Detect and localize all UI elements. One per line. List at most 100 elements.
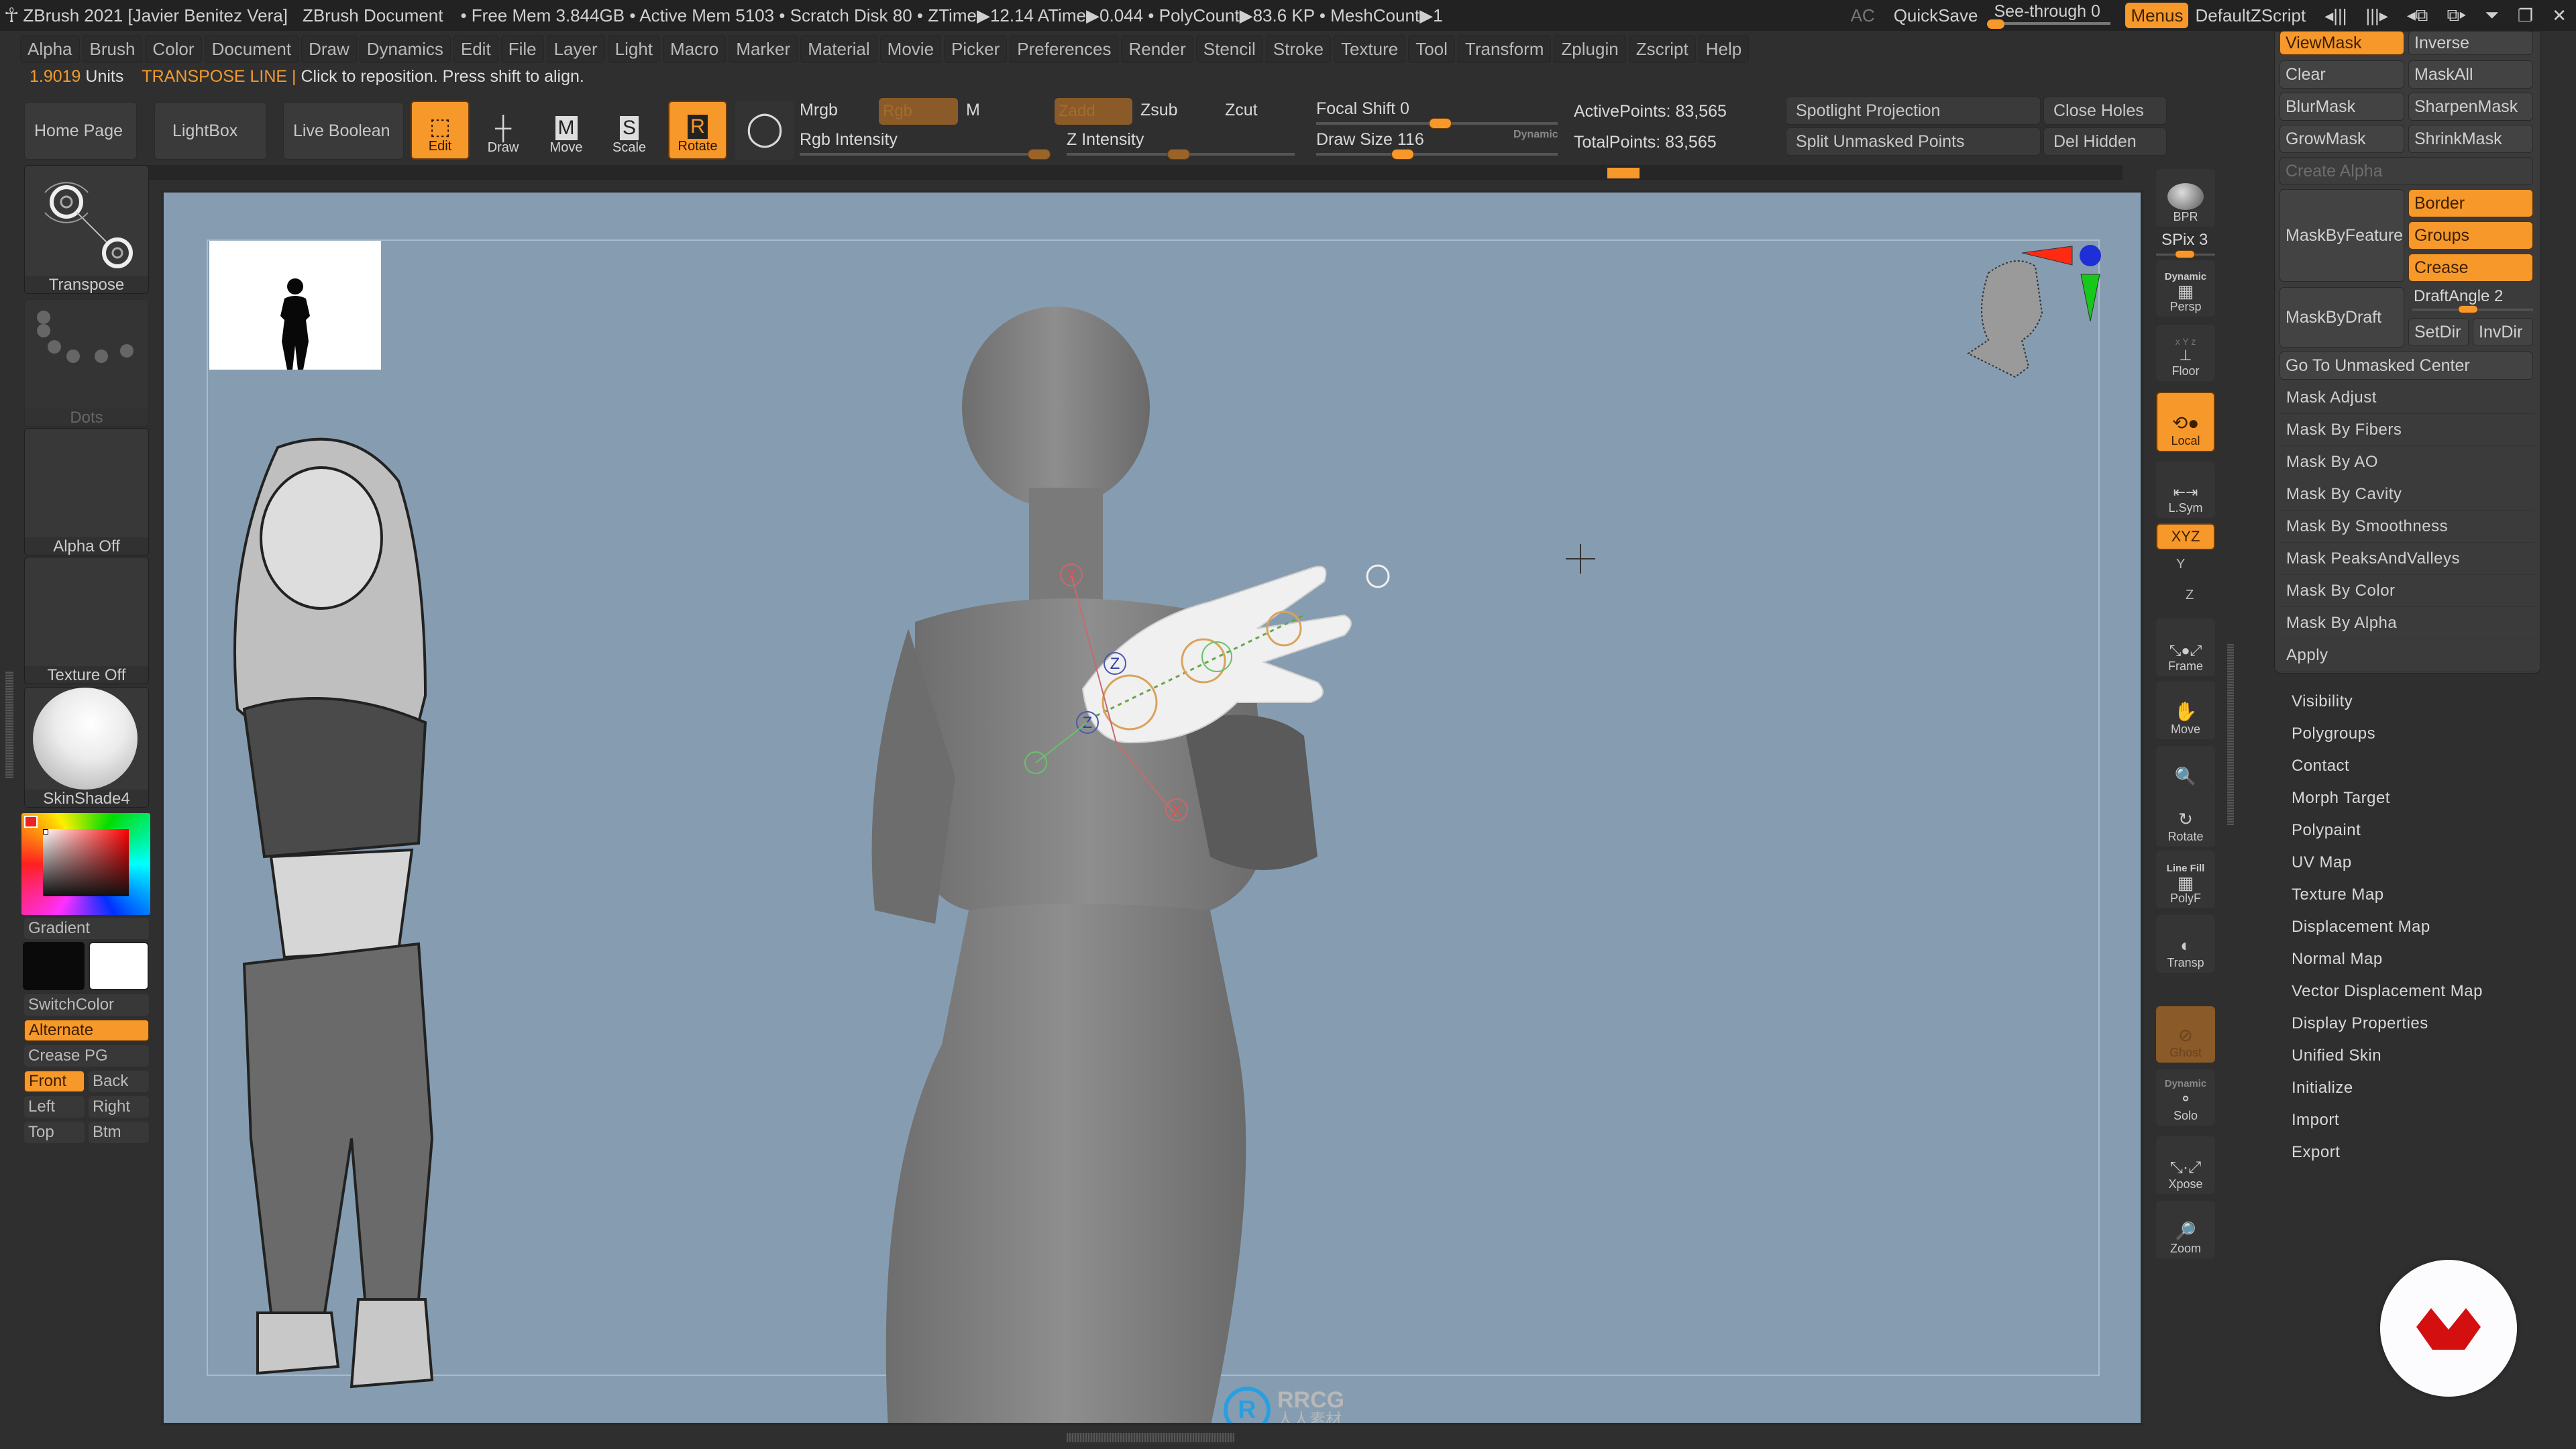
left-view-button[interactable]: Left — [24, 1096, 85, 1118]
menu-file[interactable]: File — [500, 35, 544, 63]
color-picker-cursor[interactable] — [43, 829, 48, 835]
mask-subpalette-mask-by-alpha[interactable]: Mask By Alpha — [2279, 608, 2534, 639]
mask-subpalette-mask-by-smoothness[interactable]: Mask By Smoothness — [2279, 511, 2534, 543]
back-view-button[interactable]: Back — [89, 1071, 149, 1092]
move-mode-button[interactable]: M Move — [537, 101, 596, 160]
rgb-button[interactable]: Rgb — [879, 98, 958, 125]
minimize-icon[interactable]: ⏷ — [2475, 5, 2508, 26]
menu-brush[interactable]: Brush — [82, 35, 143, 63]
menu-zplugin[interactable]: Zplugin — [1554, 35, 1626, 63]
split-unmasked-points-button[interactable]: Split Unmasked Points — [1786, 127, 2041, 156]
z-intensity-knob[interactable] — [1167, 149, 1190, 160]
transparency-button[interactable]: ◐ Transp — [2156, 915, 2215, 973]
menu-render[interactable]: Render — [1121, 35, 1193, 63]
go-to-unmasked-center-button[interactable]: Go To Unmasked Center — [2279, 352, 2533, 380]
solo-button[interactable]: Dynamic ⚬ Solo — [2156, 1069, 2215, 1126]
material-selector[interactable]: SkinShade4 — [24, 687, 149, 808]
y-axis-arrow-icon[interactable] — [2080, 274, 2100, 322]
primary-color-swatch[interactable] — [23, 942, 85, 990]
crease-pg-button[interactable]: Crease PG — [24, 1045, 149, 1067]
mask-by-draft-button[interactable]: MaskByDraft — [2279, 287, 2404, 347]
focal-shift-knob[interactable] — [1429, 118, 1452, 129]
menus-toggle[interactable]: Menus — [2125, 3, 2189, 28]
mask-subpalette-apply[interactable]: Apply — [2279, 640, 2534, 672]
setdir-button[interactable]: SetDir — [2408, 318, 2469, 346]
color-picker[interactable] — [21, 813, 150, 915]
tool-subpalette-vector-displacement-map[interactable]: Vector Displacement Map — [2292, 982, 2483, 1001]
x-axis-arrow-icon[interactable] — [2021, 246, 2073, 266]
bpr-render-button[interactable]: BPR — [2156, 169, 2215, 227]
tool-subpalette-polygroups[interactable]: Polygroups — [2292, 724, 2375, 743]
menu-document[interactable]: Document — [204, 35, 299, 63]
close-holes-button[interactable]: Close Holes — [2043, 97, 2167, 125]
alternate-button[interactable]: Alternate — [24, 1020, 149, 1041]
z-intensity-slider[interactable] — [1067, 149, 1295, 160]
spix-slider[interactable] — [2156, 250, 2215, 258]
transpose-endpoint-handle[interactable] — [1366, 564, 1390, 588]
menu-stencil[interactable]: Stencil — [1195, 35, 1263, 63]
tool-subpalette-texture-map[interactable]: Texture Map — [2292, 885, 2384, 904]
restore-icon[interactable]: ❐ — [2508, 5, 2542, 26]
border-toggle[interactable]: Border — [2408, 189, 2533, 217]
tool-subpalette-export[interactable]: Export — [2292, 1143, 2340, 1162]
menu-preferences[interactable]: Preferences — [1010, 35, 1119, 63]
see-through-slider[interactable]: See-through 0 — [1987, 2, 2114, 29]
m-button[interactable]: M — [966, 101, 980, 120]
gradient-button[interactable]: Gradient — [24, 918, 149, 939]
growmask-button[interactable]: GrowMask — [2279, 125, 2404, 153]
crease-toggle[interactable]: Crease — [2408, 254, 2533, 282]
menu-movie[interactable]: Movie — [879, 35, 942, 63]
dynamic-toggle[interactable]: Dynamic — [1513, 129, 1558, 141]
move-view-button[interactable]: ✋ Move — [2156, 682, 2215, 739]
perspective-button[interactable]: Dynamic ▦ Persp — [2156, 260, 2215, 317]
see-through-knob[interactable] — [1987, 19, 2005, 29]
tool-subpalette-import[interactable]: Import — [2292, 1111, 2339, 1130]
timeline-marker[interactable] — [1607, 168, 1640, 178]
menu-texture[interactable]: Texture — [1333, 35, 1406, 63]
menu-draw[interactable]: Draw — [301, 35, 357, 63]
stroke-selector[interactable]: Dots — [24, 299, 149, 427]
menu-alpha[interactable]: Alpha — [20, 35, 80, 63]
rotate-z-button[interactable]: Z — [2186, 588, 2194, 603]
menu-transform[interactable]: Transform — [1457, 35, 1552, 63]
menu-material[interactable]: Material — [800, 35, 877, 63]
draw-size-knob[interactable] — [1391, 149, 1414, 160]
close-icon[interactable]: ✕ — [2542, 5, 2576, 26]
polyframe-button[interactable]: Line Fill ▦ PolyF — [2156, 851, 2215, 908]
menu-marker[interactable]: Marker — [729, 35, 798, 63]
shrink-tray-icon[interactable]: ◂||| — [2315, 5, 2356, 26]
mask-subpalette-mask-adjust[interactable]: Mask Adjust — [2279, 382, 2534, 414]
tool-subpalette-contact[interactable]: Contact — [2292, 757, 2349, 775]
menu-picker[interactable]: Picker — [944, 35, 1008, 63]
shrinkmask-button[interactable]: ShrinkMask — [2408, 125, 2533, 153]
expand-tray-icon[interactable]: |||▸ — [2357, 5, 2398, 26]
maskall-button[interactable]: MaskAll — [2408, 60, 2533, 89]
layout-prev-icon[interactable]: ◂⧉ — [2398, 5, 2438, 26]
tool-subpalette-display-properties[interactable]: Display Properties — [2292, 1014, 2428, 1033]
rotate-view-button[interactable]: ↻ Rotate — [2156, 789, 2215, 847]
alpha-selector[interactable]: Alpha Off — [24, 428, 149, 555]
z-axis-dot-icon[interactable] — [2080, 245, 2101, 266]
top-view-button[interactable]: Top — [24, 1122, 85, 1143]
rotate-xyz-button[interactable]: XYZ — [2156, 523, 2215, 550]
mask-by-feature-button[interactable]: MaskByFeature — [2279, 189, 2404, 282]
inverse-button[interactable]: Inverse — [2408, 31, 2533, 55]
tool-subpalette-normal-map[interactable]: Normal Map — [2292, 950, 2383, 969]
menu-edit[interactable]: Edit — [453, 35, 498, 63]
draft-angle-slider[interactable] — [2412, 305, 2533, 313]
tool-subpalette-visibility[interactable]: Visibility — [2292, 692, 2353, 711]
switch-color-button[interactable]: SwitchColor — [24, 994, 149, 1016]
live-boolean-button[interactable]: Live Boolean — [283, 102, 404, 160]
lightbox-button[interactable]: LightBox — [154, 102, 267, 160]
rgb-intensity-slider[interactable] — [800, 149, 1051, 160]
texture-selector[interactable]: Texture Off — [24, 557, 149, 684]
rgb-intensity-knob[interactable] — [1028, 149, 1051, 160]
draft-angle-knob[interactable] — [2458, 305, 2478, 313]
draw-size-slider[interactable] — [1316, 149, 1558, 160]
menu-zscript[interactable]: Zscript — [1628, 35, 1696, 63]
viewport-canvas[interactable]: X X Z Z R RRCG 人人素材 — [161, 190, 2143, 1426]
tool-subpalette-morph-target[interactable]: Morph Target — [2292, 789, 2390, 808]
right-view-button[interactable]: Right — [89, 1096, 149, 1118]
frame-button[interactable]: ⤡●⤢ Frame — [2156, 619, 2215, 676]
navigation-head-gizmo[interactable] — [1935, 233, 2136, 407]
